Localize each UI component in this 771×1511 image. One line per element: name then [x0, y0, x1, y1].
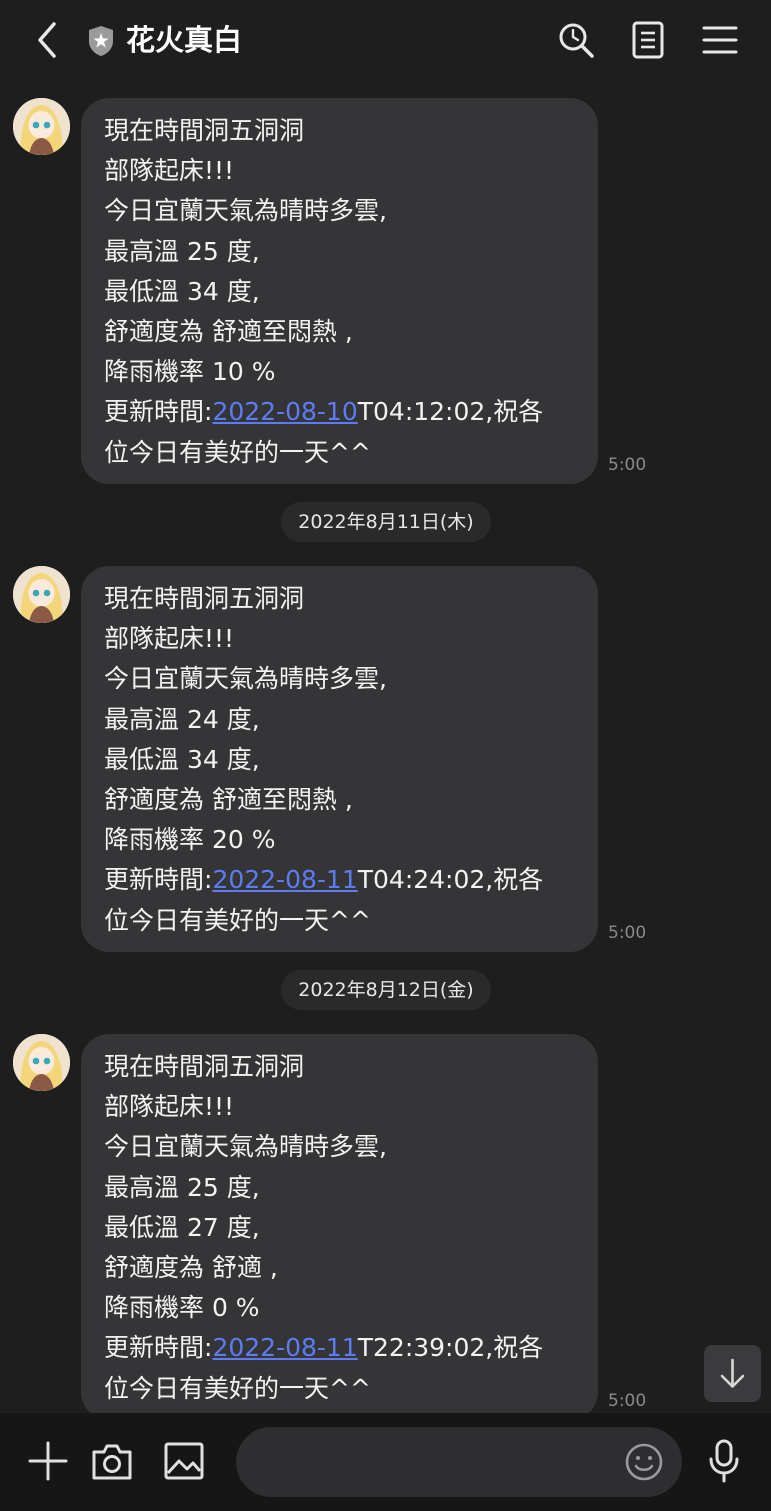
message-line: 位今日有美好的一天^^: [104, 1373, 371, 1403]
message-line: 降雨機率 20 %: [104, 825, 276, 855]
update-time-line: 更新時間:2022-08-11T22:39:02,祝各: [104, 1328, 543, 1368]
message-line: 部隊起床!!!: [104, 156, 235, 186]
date-link[interactable]: 2022-08-11: [212, 1333, 357, 1362]
message-bubble[interactable]: 現在時間洞五洞洞 部隊起床!!! 今日宜蘭天氣為晴時多雲, 最高溫 25 度, …: [81, 98, 598, 484]
avatar[interactable]: [13, 566, 70, 623]
update-time-label: 更新時間:: [104, 865, 213, 895]
back-icon[interactable]: [30, 20, 66, 60]
message-line: 現在時間洞五洞洞: [104, 116, 305, 145]
search-icon[interactable]: [556, 20, 596, 60]
chat-header: 花火真白: [0, 0, 771, 82]
message-line: 最高溫 25 度,: [104, 1172, 260, 1202]
plus-icon[interactable]: [28, 1441, 68, 1481]
message-line: 今日宜蘭天氣為晴時多雲,: [104, 196, 387, 226]
avatar[interactable]: [13, 1034, 70, 1091]
message-line: 部隊起床!!!: [104, 1092, 235, 1122]
image-icon[interactable]: [163, 1441, 205, 1481]
message-time: 5:00: [608, 455, 647, 475]
date-link[interactable]: 2022-08-10: [212, 397, 357, 426]
message-time: 5:00: [608, 923, 647, 943]
message-line: 舒適度為 舒適至悶熱 ,: [104, 784, 353, 814]
message-input[interactable]: [236, 1427, 682, 1497]
message-line: 降雨機率 10 %: [104, 357, 276, 387]
message-bubble[interactable]: 現在時間洞五洞洞 部隊起床!!! 今日宜蘭天氣為晴時多雲, 最高溫 25 度, …: [81, 1034, 598, 1420]
message-input-bar: [0, 1413, 771, 1511]
update-time-rest: T22:39:02,祝各: [357, 1333, 544, 1363]
update-time-line: 更新時間:2022-08-10T04:12:02,祝各: [104, 392, 543, 432]
avatar[interactable]: [13, 98, 70, 155]
message-line: 現在時間洞五洞洞: [104, 584, 305, 613]
message-line: 部隊起床!!!: [104, 624, 235, 654]
date-separator: 2022年8月11日(木): [281, 502, 491, 542]
message-time: 5:00: [608, 1391, 647, 1411]
update-time-label: 更新時間:: [104, 397, 213, 427]
message-line: 最低溫 34 度,: [104, 276, 260, 306]
message-line: 舒適度為 舒適至悶熱 ,: [104, 316, 353, 346]
message-line: 今日宜蘭天氣為晴時多雲,: [104, 664, 387, 694]
camera-icon[interactable]: [90, 1440, 134, 1482]
arrow-down-icon: [720, 1358, 745, 1388]
message-line: 舒適度為 舒適 ,: [104, 1252, 278, 1282]
message-line: 降雨機率 0 %: [104, 1293, 260, 1323]
menu-icon[interactable]: [700, 20, 740, 60]
scroll-to-bottom-button[interactable]: [704, 1345, 761, 1402]
chat-title[interactable]: 花火真白: [126, 18, 242, 62]
message-line: 位今日有美好的一天^^: [104, 905, 371, 935]
shield-star-icon: [89, 26, 113, 56]
message-line: 最低溫 34 度,: [104, 744, 260, 774]
emoji-icon[interactable]: [624, 1442, 664, 1482]
notes-icon[interactable]: [628, 20, 668, 60]
update-time-line: 更新時間:2022-08-11T04:24:02,祝各: [104, 860, 543, 900]
date-separator: 2022年8月12日(金): [281, 970, 491, 1010]
date-link[interactable]: 2022-08-11: [212, 865, 357, 894]
microphone-icon[interactable]: [706, 1438, 742, 1484]
message-line: 現在時間洞五洞洞: [104, 1052, 305, 1081]
message-bubble[interactable]: 現在時間洞五洞洞 部隊起床!!! 今日宜蘭天氣為晴時多雲, 最高溫 24 度, …: [81, 566, 598, 952]
update-time-rest: T04:12:02,祝各: [357, 397, 544, 427]
update-time-rest: T04:24:02,祝各: [357, 865, 544, 895]
message-line: 位今日有美好的一天^^: [104, 437, 371, 467]
update-time-label: 更新時間:: [104, 1333, 213, 1363]
message-line: 今日宜蘭天氣為晴時多雲,: [104, 1132, 387, 1162]
message-line: 最高溫 25 度,: [104, 236, 260, 266]
message-line: 最高溫 24 度,: [104, 704, 260, 734]
message-line: 最低溫 27 度,: [104, 1212, 260, 1242]
